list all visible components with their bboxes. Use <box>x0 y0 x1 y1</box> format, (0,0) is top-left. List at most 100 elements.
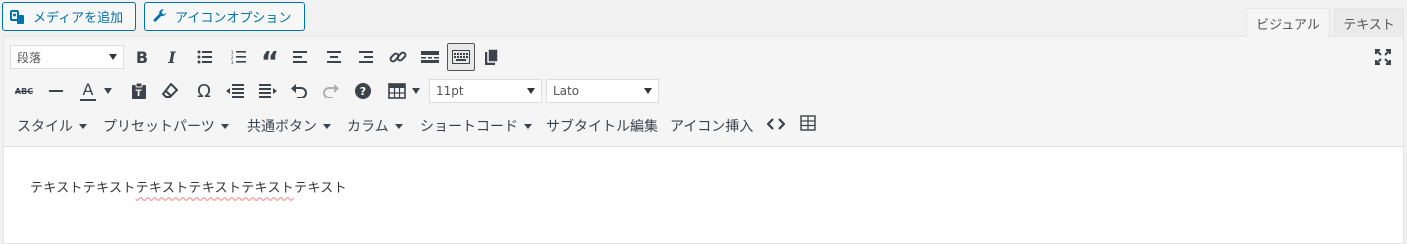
content-text-spellcheck: テキストテキストテキスト <box>135 181 295 196</box>
font-family-select[interactable]: Lato <box>546 79 659 103</box>
indent-icon <box>259 84 277 98</box>
strikethrough-icon: ABC <box>14 86 34 96</box>
undo-icon <box>291 84 307 98</box>
horizontal-line-button[interactable] <box>42 77 70 105</box>
link-icon <box>389 51 407 63</box>
columns-label: カラム <box>347 119 389 135</box>
text-color-button[interactable]: A <box>74 77 118 105</box>
undo-button[interactable] <box>285 77 313 105</box>
content-text-after: テキスト <box>294 181 347 196</box>
preset-parts-label: プリセットパーツ <box>103 119 215 135</box>
editor-content[interactable]: テキストテキストテキストテキストテキストテキスト <box>30 177 347 196</box>
chevron-down-icon <box>109 54 117 60</box>
align-center-icon <box>327 51 341 63</box>
media-icon <box>9 8 27 26</box>
preset-parts-menu[interactable]: プリセットパーツ <box>103 115 229 137</box>
chevron-down-icon <box>394 123 403 129</box>
paste-text-button[interactable]: T <box>125 77 153 105</box>
read-more-icon <box>421 51 439 63</box>
outdent-button[interactable] <box>221 77 249 105</box>
align-left-icon <box>293 51 307 63</box>
table-button[interactable] <box>382 77 426 105</box>
align-right-button[interactable] <box>352 43 380 71</box>
italic-icon: I <box>168 47 176 67</box>
blockquote-icon: “ <box>260 45 280 78</box>
chevron-down-icon <box>412 88 420 94</box>
blockquote-button[interactable]: “ <box>256 43 284 76</box>
help-button[interactable]: ? <box>349 77 377 105</box>
wrench-icon <box>151 8 169 26</box>
align-center-button[interactable] <box>320 43 348 71</box>
insert-table-button[interactable] <box>794 109 822 137</box>
fullscreen-button[interactable] <box>1369 43 1397 71</box>
format-select[interactable]: 段落 <box>10 45 124 69</box>
text-color-letter: A <box>82 79 94 99</box>
chevron-down-icon <box>104 88 112 94</box>
redo-icon <box>323 84 339 98</box>
paste-text-icon: T <box>132 83 146 99</box>
text-color-swatch <box>80 98 96 101</box>
common-buttons-menu[interactable]: 共通ボタン <box>247 115 331 137</box>
toolbar-toggle-button[interactable] <box>447 43 475 71</box>
link-button[interactable] <box>384 43 412 71</box>
copy-button[interactable] <box>478 43 506 71</box>
clear-formatting-button[interactable] <box>156 77 184 105</box>
chevron-down-icon <box>524 123 532 129</box>
add-media-button[interactable]: メディアを追加 <box>2 2 136 31</box>
common-buttons-label: 共通ボタン <box>247 119 317 135</box>
shortcodes-label: ショートコード <box>420 119 518 135</box>
special-char-icon: Ω <box>197 80 211 102</box>
style-menu[interactable]: スタイル <box>17 115 87 137</box>
chevron-down-icon <box>79 123 87 129</box>
text-color-icon: A <box>80 79 96 101</box>
classic-editor: { "media_buttons": { "add_media": "メディアを… <box>0 0 1407 244</box>
font-size-value: 11pt <box>436 84 464 98</box>
align-left-button[interactable] <box>286 43 314 71</box>
align-right-icon <box>359 51 373 63</box>
chevron-down-icon <box>323 123 331 129</box>
chevron-down-icon <box>220 123 229 129</box>
table-icon <box>388 83 406 99</box>
bullet-list-button[interactable] <box>191 43 219 71</box>
special-char-button[interactable]: Ω <box>190 77 218 105</box>
editor-frame: 段落 B I 123 “ ABC A T Ω ? 11pt Lato スタイル … <box>3 36 1404 244</box>
subtitle-edit-label: サブタイトル編集 <box>546 119 658 135</box>
chevron-down-icon <box>644 88 652 94</box>
svg-text:3: 3 <box>231 60 234 64</box>
svg-text:T: T <box>136 89 143 99</box>
toolbar-toggle-icon <box>452 50 470 64</box>
help-icon: ? <box>355 83 371 99</box>
format-select-value: 段落 <box>17 50 42 65</box>
bold-icon: B <box>135 47 149 67</box>
strikethrough-button[interactable]: ABC <box>10 77 38 105</box>
numbered-list-button[interactable]: 123 <box>225 43 253 71</box>
content-text-before: テキストテキスト <box>30 181 136 196</box>
bullet-list-icon <box>197 50 212 64</box>
icon-options-label: アイコンオプション <box>175 11 292 26</box>
columns-menu[interactable]: カラム <box>347 115 403 137</box>
media-buttons-bar: メディアを追加 アイコンオプション ビジュアル テキスト <box>0 0 1407 38</box>
shortcodes-menu[interactable]: ショートコード <box>420 115 532 137</box>
horizontal-line-icon <box>49 90 63 92</box>
editor-toolbar: 段落 B I 123 “ ABC A T Ω ? 11pt Lato スタイル … <box>4 37 1403 147</box>
indent-button[interactable] <box>254 77 282 105</box>
add-media-label: メディアを追加 <box>33 11 124 26</box>
tab-visual[interactable]: ビジュアル <box>1246 8 1330 38</box>
code-icon <box>767 118 785 130</box>
bold-button[interactable]: B <box>128 43 156 71</box>
numbered-list-icon: 123 <box>231 50 246 64</box>
italic-button[interactable]: I <box>158 43 186 71</box>
redo-button[interactable] <box>317 77 345 105</box>
icon-insert-label: アイコン挿入 <box>670 119 754 135</box>
tab-text[interactable]: テキスト <box>1334 8 1404 37</box>
style-menu-label: スタイル <box>17 119 73 135</box>
icon-insert-button[interactable]: アイコン挿入 <box>670 115 753 137</box>
table-grid-icon <box>800 115 816 131</box>
font-size-select[interactable]: 11pt <box>429 79 542 103</box>
subtitle-edit-button[interactable]: サブタイトル編集 <box>546 115 658 137</box>
toolbar-row-1: 段落 B I 123 “ <box>4 41 1403 76</box>
outdent-icon <box>226 84 244 98</box>
icon-options-button[interactable]: アイコンオプション <box>144 2 305 31</box>
code-button[interactable] <box>762 110 790 138</box>
read-more-button[interactable] <box>416 43 444 71</box>
